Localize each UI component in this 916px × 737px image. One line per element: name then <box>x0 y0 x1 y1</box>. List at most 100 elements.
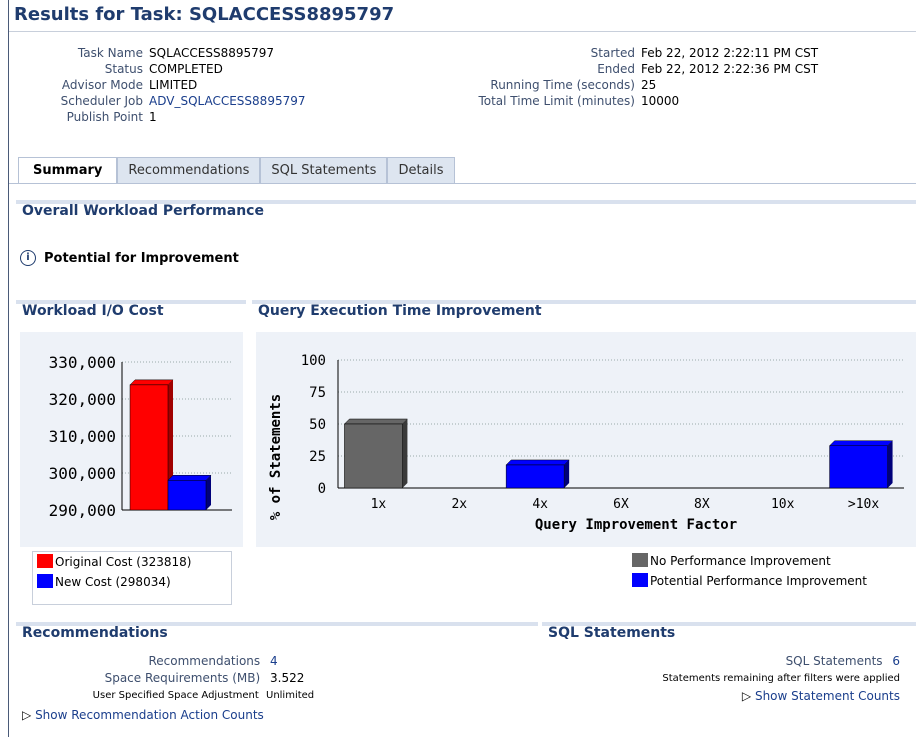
space-row: Space Requirements (MB) 3.522 <box>20 671 320 685</box>
x-tick-label: >10x <box>848 497 879 512</box>
y-tick-label: 320,000 <box>49 390 116 409</box>
rec-count-link[interactable]: 4 <box>270 654 320 668</box>
publish-point-value: 1 <box>149 110 157 124</box>
io-cost-header: Workload I/O Cost <box>16 300 246 322</box>
bar-top <box>129 379 174 386</box>
legend-original-cost: Original Cost (323818) <box>33 552 231 572</box>
legend-potential-label: Potential Performance Improvement <box>650 574 867 588</box>
bar-top <box>505 459 570 466</box>
no-improvement-swatch <box>632 553 648 567</box>
bar-top <box>343 418 409 425</box>
page-title: Results for Task: SQLACCESS8895797 <box>14 4 395 25</box>
original-cost-swatch <box>37 554 53 568</box>
status-value: COMPLETED <box>149 62 223 76</box>
started-value: Feb 22, 2012 2:22:11 PM CST <box>641 46 819 60</box>
io-cost-chart: 330,000 320,000 310,000 300,000 290,000 <box>49 353 232 520</box>
y-tick-label: 310,000 <box>49 427 116 446</box>
legend-new-cost: New Cost (298034) <box>33 572 231 592</box>
x-axis-label: Query Improvement Factor <box>535 517 737 533</box>
task-name-row: Task Name SQLACCESS8895797 <box>20 46 274 60</box>
started-row: Started Feb 22, 2012 2:22:11 PM CST <box>440 46 818 60</box>
publish-point-row: Publish Point 1 <box>20 110 157 124</box>
sql-statements-header: SQL Statements <box>542 622 916 644</box>
running-time-label: Running Time (seconds) <box>490 78 635 92</box>
legend-new-label: New Cost (298034) <box>55 575 171 589</box>
sql-count-link[interactable]: 6 <box>892 654 900 668</box>
potential-swatch <box>632 573 648 587</box>
legend-no-improvement-label: No Performance Improvement <box>650 554 831 568</box>
running-time-value: 25 <box>641 78 657 92</box>
x-tick-label: 1x <box>371 497 387 512</box>
advisor-mode-label: Advisor Mode <box>61 78 143 92</box>
scheduler-job-row: Scheduler Job ADV_SQLACCESS8895797 <box>20 94 306 108</box>
x-tick-label: 2x <box>451 497 467 512</box>
publish-point-label: Publish Point <box>66 110 143 124</box>
x-tick-label: 10x <box>771 497 795 512</box>
rec-count-row: Recommendations 4 <box>20 654 320 668</box>
ended-label: Ended <box>597 62 635 76</box>
bar-side <box>402 419 408 488</box>
y-tick-label: 0 <box>318 481 326 497</box>
y-axis-label: % of Statements <box>268 394 284 520</box>
new-cost-swatch <box>37 574 53 588</box>
adjust-row: User Specified Space Adjustment Unlimite… <box>20 690 326 701</box>
show-rec-actions[interactable]: ▷ Show Recommendation Action Counts <box>22 708 264 722</box>
y-tick-label: 300,000 <box>49 464 116 483</box>
y-tick-label: 25 <box>309 449 326 465</box>
tab-sql-statements[interactable]: SQL Statements <box>260 157 388 183</box>
scheduler-job-link[interactable]: ADV_SQLACCESS8895797 <box>149 94 306 108</box>
advisor-mode-value: LIMITED <box>149 78 198 92</box>
show-rec-action-counts-link[interactable]: Show Recommendation Action Counts <box>35 708 264 722</box>
running-time-row: Running Time (seconds) 25 <box>440 78 656 92</box>
bar <box>505 464 565 489</box>
show-statement-counts[interactable]: ▷ Show Statement Counts <box>742 689 900 703</box>
io-cost-panel: 330,000 320,000 310,000 300,000 290,000 <box>20 332 243 547</box>
recommendations-header: Recommendations <box>16 622 538 644</box>
tab-underline <box>9 183 916 184</box>
triangle-right-icon: ▷ <box>741 689 752 703</box>
y-tick-label: 75 <box>309 385 326 401</box>
legend-original-label: Original Cost (323818) <box>55 555 192 569</box>
advisor-mode-row: Advisor Mode LIMITED <box>20 78 197 92</box>
y-tick-label: 100 <box>301 353 326 369</box>
adjust-label: User Specified Space Adjustment <box>92 690 259 701</box>
y-tick-label: 290,000 <box>49 501 116 520</box>
time-limit-label: Total Time Limit (minutes) <box>478 94 635 108</box>
status-label: Status <box>104 62 143 76</box>
bar <box>129 384 169 511</box>
query-time-panel: 100 75 50 25 0 1x 2x 4x 6X 8X 10x >10x % of Stateme… <box>256 332 916 547</box>
sql-note: Statements remaining after filters were … <box>662 673 900 684</box>
task-name-value: SQLACCESS8895797 <box>149 46 275 60</box>
bar-top <box>828 440 894 447</box>
x-tick-label: 8X <box>694 497 710 512</box>
io-cost-legend: Original Cost (323818) New Cost (298034) <box>32 551 232 605</box>
x-tick-label: 6X <box>613 497 629 512</box>
bar-side <box>206 475 211 510</box>
adjust-value: Unlimited <box>266 690 315 701</box>
y-tick-label: 50 <box>309 417 326 433</box>
tab-summary[interactable]: Summary <box>18 157 118 183</box>
bar <box>829 445 888 489</box>
show-statement-counts-link[interactable]: Show Statement Counts <box>755 689 900 703</box>
query-time-legend: No Performance Improvement Potential Per… <box>628 551 914 599</box>
sql-count-row: SQL Statements 6 <box>786 654 900 668</box>
tab-recommendations[interactable]: Recommendations <box>117 157 261 183</box>
tab-details[interactable]: Details <box>387 157 455 183</box>
info-icon: i <box>20 250 36 266</box>
title-divider <box>9 31 916 32</box>
tab-bar: Summary Recommendations SQL Statements D… <box>18 157 455 183</box>
ended-row: Ended Feb 22, 2012 2:22:36 PM CST <box>440 62 818 76</box>
scheduler-job-label: Scheduler Job <box>60 94 143 108</box>
potential-improvement: i Potential for Improvement <box>20 250 239 266</box>
query-time-chart: 100 75 50 25 0 1x 2x 4x 6X 8X 10x >10x % of Stateme… <box>268 353 904 533</box>
triangle-right-icon: ▷ <box>22 708 32 722</box>
overall-workload-header: Overall Workload Performance <box>16 200 916 222</box>
bar-top <box>167 475 212 481</box>
query-time-header: Query Execution Time Improvement <box>252 300 916 322</box>
space-label: Space Requirements (MB) <box>104 671 261 685</box>
legend-no-improvement: No Performance Improvement <box>628 551 914 571</box>
bar <box>167 480 207 511</box>
potential-label: Potential for Improvement <box>44 251 239 266</box>
legend-potential-improvement: Potential Performance Improvement <box>628 571 914 591</box>
x-tick-label: 4x <box>532 497 548 512</box>
